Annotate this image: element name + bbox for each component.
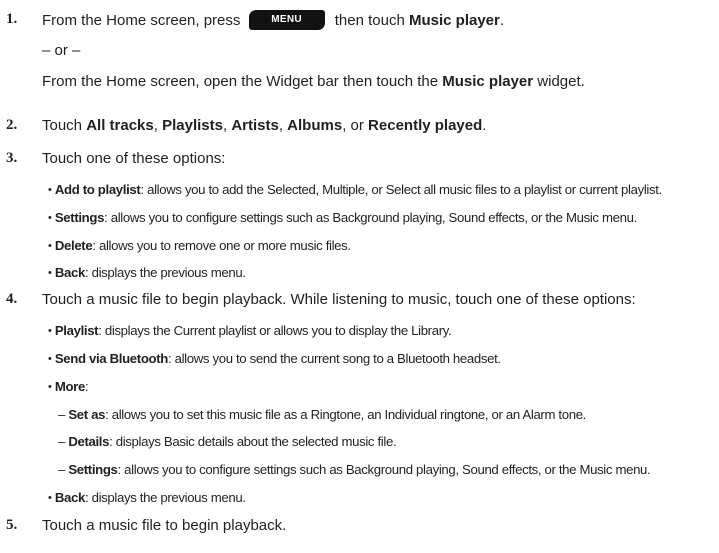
item-text: : displays the Current playlist or allow… <box>98 323 452 338</box>
list-item: • Back: displays the previous menu. <box>48 265 246 280</box>
list-item: • More: <box>48 379 89 394</box>
item-text: : allows you to configure settings such … <box>104 210 637 225</box>
list-item: • Back: displays the previous menu. <box>48 490 246 505</box>
item-bold: Playlist <box>54 323 99 338</box>
step-3-text: Touch one of these options: <box>42 150 226 167</box>
step-number-4: 4. <box>6 291 18 307</box>
step-number-2: 2. <box>6 117 18 133</box>
item-bold: Delete <box>54 238 93 253</box>
step-number-5: 5. <box>6 517 18 533</box>
step-5-text: Touch a music file to begin playback. <box>42 517 287 534</box>
sub-list-item: – Set as: allows you to set this music f… <box>58 407 586 422</box>
item-text: : <box>84 379 89 394</box>
list-item: • Add to playlist: allows you to add the… <box>48 182 662 197</box>
menu-key-icon: MENU <box>248 10 325 30</box>
sep: , <box>278 117 283 134</box>
item-bold: Set as <box>68 407 106 422</box>
step-2-pre: Touch <box>42 117 83 134</box>
item-bold: Back <box>54 265 85 280</box>
bullet-icon: • <box>48 184 52 196</box>
list-item: • Delete: allows you to remove one or mo… <box>48 238 351 253</box>
item-bold: More <box>54 379 85 394</box>
step-1-end: . <box>499 11 505 29</box>
item-text: : displays Basic details about the selec… <box>109 434 397 449</box>
list-item: • Settings: allows you to configure sett… <box>48 210 637 225</box>
item-bold: Settings <box>54 210 105 225</box>
sep: , <box>222 117 228 134</box>
step-2-text: Touch All tracks, Playlists, Artists, Al… <box>42 117 486 134</box>
item-text: : displays the previous menu. <box>84 265 246 280</box>
item-text: : displays the previous menu. <box>84 490 246 505</box>
list-item: • Send via Bluetooth: allows you to send… <box>48 351 501 366</box>
step-4-text: Touch a music file to begin playback. Wh… <box>42 291 636 308</box>
sub-list-item: – Details: displays Basic details about … <box>58 434 397 449</box>
step-1-alt: From the Home screen, open the Widget ba… <box>42 73 585 90</box>
sub-list-item: – Settings: allows you to configure sett… <box>58 462 651 477</box>
dash-icon: – <box>58 462 65 477</box>
item-text: : allows you to add the Selected, Multip… <box>140 182 662 197</box>
bullet-icon: • <box>48 325 52 337</box>
bullet-icon: • <box>48 212 52 224</box>
bullet-icon: • <box>48 381 52 393</box>
step-1-mid: then touch <box>334 11 405 29</box>
step-1-alt-post: widget. <box>537 73 585 90</box>
period: . <box>482 117 487 134</box>
dash-icon: – <box>58 407 65 422</box>
step-1-alt-pre: From the Home screen, open the Widget ba… <box>42 73 439 90</box>
item-bold: Back <box>54 490 85 505</box>
item-text: : allows you to send the current song to… <box>167 351 501 366</box>
bullet-icon: • <box>48 240 52 252</box>
dash-icon: – <box>58 434 65 449</box>
step-1-bold: Music player <box>408 11 500 29</box>
item-text: : allows you to configure settings such … <box>117 462 651 477</box>
item-bold: Send via Bluetooth <box>54 351 168 366</box>
bullet-icon: • <box>48 353 52 365</box>
sep: , <box>153 117 158 134</box>
step-1-or: – or – <box>42 42 81 59</box>
item-text: : allows you to set this music file as a… <box>105 407 586 422</box>
option-albums: Albums <box>287 117 343 134</box>
item-text: : allows you to remove one or more music… <box>92 238 351 253</box>
list-item: • Playlist: displays the Current playlis… <box>48 323 452 338</box>
step-1-pre: From the Home screen, press <box>42 11 241 29</box>
option-all-tracks: All tracks <box>86 117 154 134</box>
bullet-icon: • <box>48 492 52 504</box>
option-recently-played: Recently played <box>368 117 483 134</box>
step-number-1: 1. <box>6 11 18 27</box>
item-bold: Add to playlist <box>54 182 141 197</box>
bullet-icon: • <box>48 267 52 279</box>
sep: , or <box>342 117 364 134</box>
option-artists: Artists <box>231 117 279 134</box>
item-bold: Settings <box>68 462 118 477</box>
step-number-3: 3. <box>6 150 18 166</box>
option-playlists: Playlists <box>162 117 223 134</box>
step-1-alt-bold: Music player <box>442 73 534 90</box>
step-1-text: From the Home screen, press MENU then to… <box>42 10 505 31</box>
item-bold: Details <box>68 434 110 449</box>
